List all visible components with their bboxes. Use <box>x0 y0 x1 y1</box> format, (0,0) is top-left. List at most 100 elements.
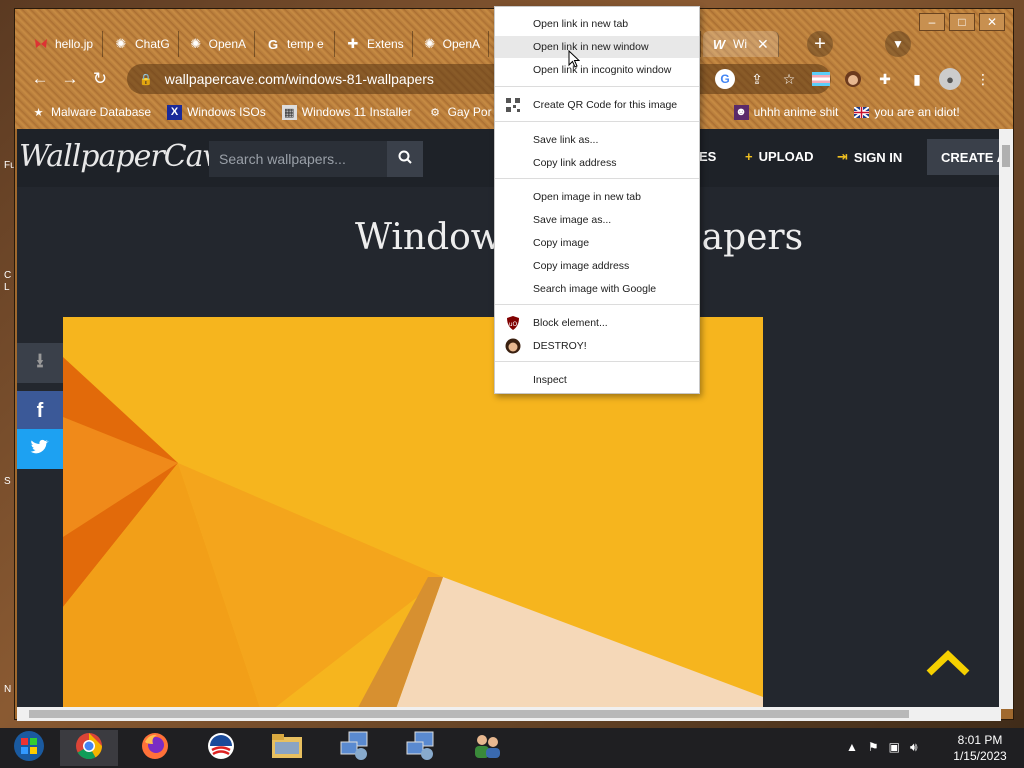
profile-avatar[interactable]: ● <box>939 68 961 90</box>
menu-dots-icon[interactable]: ⋮ <box>973 69 993 89</box>
network-icon[interactable]: ▣ <box>889 740 900 755</box>
forward-button[interactable]: → <box>55 64 85 94</box>
taskbar-clock[interactable]: 8:01 PM 1/15/2023 <box>942 732 1018 764</box>
show-hidden-icons-icon[interactable]: ▲ <box>846 740 858 755</box>
google-icon: G <box>267 36 279 52</box>
menu-item-copy-link[interactable]: Copy link address <box>495 152 699 174</box>
start-orb-icon <box>13 730 45 767</box>
menu-item-save-image[interactable]: Save image as... <box>495 209 699 231</box>
tab[interactable]: Gtemp e <box>257 31 335 57</box>
scroll-to-top-button[interactable] <box>925 649 971 679</box>
bookmark-item[interactable]: ☻ uhhh anime shit <box>733 104 838 120</box>
search-button[interactable] <box>387 141 423 177</box>
close-tab-icon[interactable]: ✕ <box>757 36 769 53</box>
avatar-icon <box>505 338 521 354</box>
close-window-button[interactable]: ✕ <box>979 13 1005 31</box>
extensions-puzzle-icon[interactable]: ✚ <box>875 69 895 89</box>
menu-item-open-new-window[interactable]: Open link in new window <box>495 36 699 58</box>
twitter-icon <box>30 438 50 461</box>
share-icon[interactable]: ⇪ <box>747 69 767 89</box>
twitter-share-button[interactable] <box>17 429 63 469</box>
menu-item-label: Open image in new tab <box>533 191 641 203</box>
tab[interactable]: ✚ Extens <box>337 31 413 57</box>
obama-taskbar-button[interactable] <box>192 730 250 766</box>
firefox-taskbar-button[interactable] <box>126 730 184 766</box>
bookmark-label: Gay Por <box>447 105 492 119</box>
tab[interactable]: hello.jp <box>25 31 103 57</box>
menu-item-search-image-google[interactable]: Search image with Google <box>495 278 699 300</box>
mouse-cursor-icon <box>568 49 581 68</box>
tab-active[interactable]: W Wi ✕ <box>703 31 779 57</box>
signin-button[interactable]: ⇥ SIGN IN <box>837 149 902 165</box>
butterfly-icon <box>33 36 49 52</box>
file-explorer-taskbar-button[interactable] <box>258 730 316 766</box>
tab-search-button[interactable]: ▼ <box>885 31 911 57</box>
google-lens-icon[interactable]: G <box>715 69 735 89</box>
search-icon <box>398 150 412 168</box>
folder-icon <box>271 732 303 765</box>
reload-button[interactable]: ↻ <box>85 64 115 94</box>
arrow-right-icon: → <box>61 69 79 88</box>
tab[interactable]: ✺ ChatG <box>105 31 179 57</box>
tab[interactable]: ✺ OpenA <box>415 31 489 57</box>
network-setup-taskbar-button[interactable] <box>326 730 384 766</box>
bookmark-item[interactable]: you are an idiot! <box>854 105 960 120</box>
scrollbar-thumb[interactable] <box>1002 145 1010 167</box>
menu-item-copy-image[interactable]: Copy image <box>495 232 699 254</box>
bookmark-item[interactable]: ★ Malware Database <box>31 105 152 120</box>
firefox-icon <box>141 732 169 765</box>
menu-item-open-incognito[interactable]: Open link in incognito window <box>495 59 699 81</box>
maximize-button[interactable]: □ <box>949 13 975 31</box>
minimize-button[interactable]: – <box>919 13 945 31</box>
computer-network-icon <box>339 730 371 767</box>
menu-item-label: Create QR Code for this image <box>533 99 678 111</box>
new-tab-button[interactable]: + <box>807 31 833 57</box>
download-button[interactable]: ⭳ <box>17 343 63 383</box>
menu-item-label: Save link as... <box>533 134 599 146</box>
menu-item-open-image-tab[interactable]: Open image in new tab <box>495 186 699 208</box>
menu-item-block-element[interactable]: uO Block element... <box>495 312 699 334</box>
vertical-scrollbar[interactable] <box>999 129 1013 709</box>
anime-icon: ☻ <box>733 104 749 120</box>
bookmark-item[interactable]: X Windows ISOs <box>167 104 266 120</box>
reload-icon: ↻ <box>92 69 108 88</box>
desktop-icon-label: C <box>4 270 12 281</box>
create-account-button[interactable]: CREATE A <box>927 139 1001 175</box>
upload-button[interactable]: + UPLOAD <box>745 149 813 164</box>
start-button[interactable] <box>0 730 58 766</box>
network-setup-taskbar-button-2[interactable] <box>392 730 450 766</box>
side-panel-icon[interactable]: ▮ <box>907 69 927 89</box>
bookmark-label: Windows 11 Installer <box>301 105 412 119</box>
facebook-share-button[interactable]: f <box>17 391 63 431</box>
site-logo[interactable]: WallpaperCave <box>19 139 236 174</box>
extension-avatar-icon[interactable] <box>843 69 863 89</box>
tab[interactable]: ✺ OpenA <box>181 31 255 57</box>
scrollbar-thumb[interactable] <box>29 710 909 718</box>
menu-item-destroy[interactable]: DESTROY! <box>495 335 699 357</box>
nav-link-partial[interactable]: ES <box>699 149 716 164</box>
search-input[interactable] <box>209 141 387 177</box>
menu-item-open-new-tab[interactable]: Open link in new tab <box>495 13 699 35</box>
bookmark-star-icon[interactable]: ☆ <box>779 69 799 89</box>
menu-item-save-link[interactable]: Save link as... <box>495 129 699 151</box>
menu-item-copy-image-address[interactable]: Copy image address <box>495 255 699 277</box>
users-taskbar-button[interactable] <box>458 730 516 766</box>
tab-label: Extens <box>367 37 404 51</box>
menu-item-create-qr[interactable]: Create QR Code for this image <box>495 94 699 116</box>
action-center-flag-icon[interactable]: ⚑ <box>868 740 879 755</box>
chrome-taskbar-button[interactable] <box>60 730 118 766</box>
volume-icon[interactable]: 🔊︎ <box>910 740 918 755</box>
bookmark-label: you are an idiot! <box>874 105 960 119</box>
signin-label: SIGN IN <box>853 149 903 165</box>
horizontal-scrollbar[interactable] <box>17 707 1001 721</box>
bookmark-item[interactable]: ⚙ Gay Por <box>428 105 492 120</box>
chrome-icon <box>75 732 103 765</box>
flag-icon <box>854 105 870 120</box>
bookmark-item[interactable]: ▦ Windows 11 Installer <box>281 104 412 120</box>
trans-flag-icon[interactable] <box>811 69 831 89</box>
chevron-up-icon <box>925 650 971 683</box>
menu-item-label: Copy image <box>533 237 590 249</box>
back-button[interactable]: ← <box>25 64 55 94</box>
menu-item-inspect[interactable]: Inspect <box>495 369 699 391</box>
x-icon: X <box>167 104 183 120</box>
